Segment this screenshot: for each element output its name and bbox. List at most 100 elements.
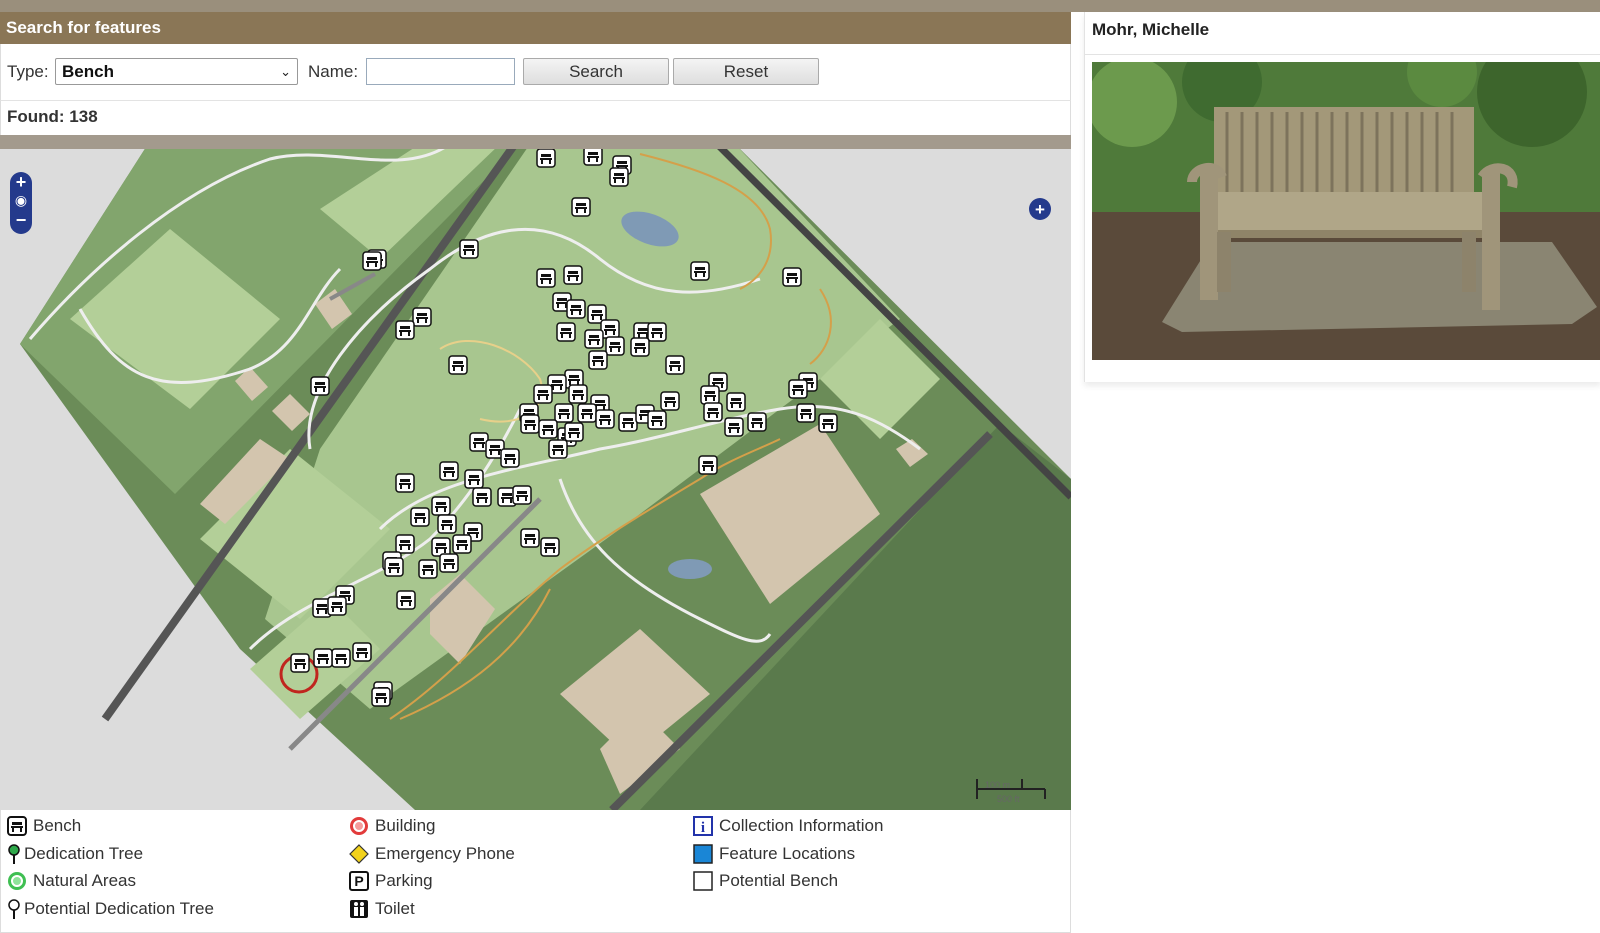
bench-marker[interactable] — [554, 403, 574, 423]
detail-divider — [1084, 54, 1600, 55]
bench-marker[interactable] — [605, 336, 625, 356]
legend-label: Parking — [375, 871, 433, 890]
bench-marker[interactable] — [563, 265, 583, 285]
bench-marker[interactable] — [439, 553, 459, 573]
bench-marker[interactable] — [796, 403, 816, 423]
legend-item-dedication-tree: Dedication Tree — [7, 842, 327, 866]
zoom-control: + ◉ − — [10, 172, 32, 234]
bench-marker[interactable] — [788, 379, 808, 399]
legend-item-building: Building — [349, 814, 669, 838]
svg-text:P: P — [354, 873, 363, 889]
bench-marker[interactable] — [698, 455, 718, 475]
bench-marker[interactable] — [418, 559, 438, 579]
bench-marker[interactable] — [700, 385, 720, 405]
globe-icon[interactable]: ◉ — [10, 192, 32, 209]
bench-marker[interactable] — [352, 642, 372, 662]
top-accent-bar — [0, 0, 1600, 12]
bench-marker[interactable] — [568, 384, 588, 404]
bench-marker[interactable] — [520, 528, 540, 548]
bench-marker[interactable] — [782, 267, 802, 287]
name-input[interactable] — [366, 58, 515, 85]
bench-marker[interactable] — [665, 355, 685, 375]
bench-marker[interactable] — [437, 514, 457, 534]
bench-marker[interactable] — [548, 439, 568, 459]
bench-marker[interactable] — [660, 391, 680, 411]
bench-marker[interactable] — [536, 149, 556, 168]
bench-marker[interactable] — [327, 596, 347, 616]
legend-label: Natural Areas — [33, 871, 136, 890]
bench-marker[interactable] — [747, 412, 767, 432]
bench-marker[interactable] — [395, 320, 415, 340]
bench-marker[interactable] — [536, 268, 556, 288]
search-button[interactable]: Search — [523, 58, 669, 85]
bench-marker[interactable] — [384, 557, 404, 577]
scale-feet: 500 ft — [997, 794, 1020, 804]
svg-text:i: i — [701, 820, 705, 836]
bench-marker[interactable] — [571, 197, 591, 217]
bench-marker[interactable] — [459, 239, 479, 259]
reset-button[interactable]: Reset — [673, 58, 819, 85]
bench-marker[interactable] — [533, 384, 553, 404]
bench-marker[interactable] — [647, 410, 667, 430]
zoom-out-button[interactable]: − — [10, 210, 32, 231]
bench-marker[interactable] — [726, 392, 746, 412]
legend-label: Potential Bench — [719, 871, 839, 890]
type-select[interactable]: Bench ⌄ — [55, 58, 298, 85]
map-canvas[interactable]: 100 m 500 ft + + ◉ − — [0, 149, 1071, 810]
bench-marker[interactable] — [500, 448, 520, 468]
bench-marker[interactable] — [520, 414, 540, 434]
bench-marker[interactable] — [431, 496, 451, 516]
legend-item-potential-bench: Potential Bench — [693, 869, 1013, 893]
bench-marker[interactable] — [588, 350, 608, 370]
parking-icon: P — [349, 871, 369, 891]
bench-marker[interactable] — [395, 534, 415, 554]
bench-marker[interactable] — [448, 355, 468, 375]
bench-marker[interactable] — [395, 473, 415, 493]
bench-marker[interactable] — [584, 329, 604, 349]
bench-marker[interactable] — [538, 419, 558, 439]
red-target-icon — [350, 817, 368, 835]
legend-item-toilet: Toilet — [349, 897, 669, 921]
search-panel: Search for features Type: Bench ⌄ Name: … — [0, 12, 1072, 933]
bench-marker[interactable] — [313, 648, 333, 668]
map-legend: Bench Dedication Tree Natural Areas Potenti… — [0, 810, 1071, 933]
bench-marker[interactable] — [362, 251, 382, 271]
bench-marker[interactable] — [439, 461, 459, 481]
name-label: Name: — [308, 62, 359, 81]
bench-marker[interactable] — [647, 322, 667, 342]
bench-marker[interactable] — [452, 534, 472, 554]
bench-marker[interactable] — [566, 299, 586, 319]
bench-marker[interactable] — [564, 422, 584, 442]
info-icon: i — [693, 816, 713, 836]
bench-marker[interactable] — [609, 167, 629, 187]
bench-marker[interactable] — [464, 469, 484, 489]
bench-marker[interactable] — [556, 322, 576, 342]
legend-label: Bench — [33, 816, 82, 835]
legend-item-collection-information: i Collection Information — [693, 814, 1013, 838]
bench-marker[interactable] — [818, 413, 838, 433]
bench-marker[interactable] — [512, 485, 532, 505]
bench-marker[interactable] — [396, 590, 416, 610]
bench-marker[interactable] — [331, 648, 351, 668]
legend-label: Building — [375, 816, 436, 835]
bench-marker[interactable] — [371, 687, 391, 707]
bench-marker[interactable] — [583, 149, 603, 166]
bench-marker[interactable] — [724, 417, 744, 437]
bench-marker[interactable] — [412, 307, 432, 327]
zoom-in-button[interactable]: + — [10, 172, 32, 193]
bench-marker[interactable] — [577, 403, 597, 423]
bench-marker[interactable] — [290, 653, 310, 673]
green-circle-icon — [8, 872, 26, 890]
type-label: Type: — [7, 62, 49, 81]
bench-marker[interactable] — [472, 487, 492, 507]
bench-marker[interactable] — [540, 537, 560, 557]
bench-marker[interactable] — [310, 376, 330, 396]
legend-label: Dedication Tree — [24, 843, 144, 863]
bench-marker[interactable] — [618, 412, 638, 432]
bench-marker[interactable] — [595, 409, 615, 429]
bench-marker[interactable] — [630, 337, 650, 357]
bench-marker[interactable] — [703, 402, 723, 422]
toilet-icon — [350, 899, 368, 918]
bench-marker[interactable] — [410, 507, 430, 527]
bench-marker[interactable] — [690, 261, 710, 281]
